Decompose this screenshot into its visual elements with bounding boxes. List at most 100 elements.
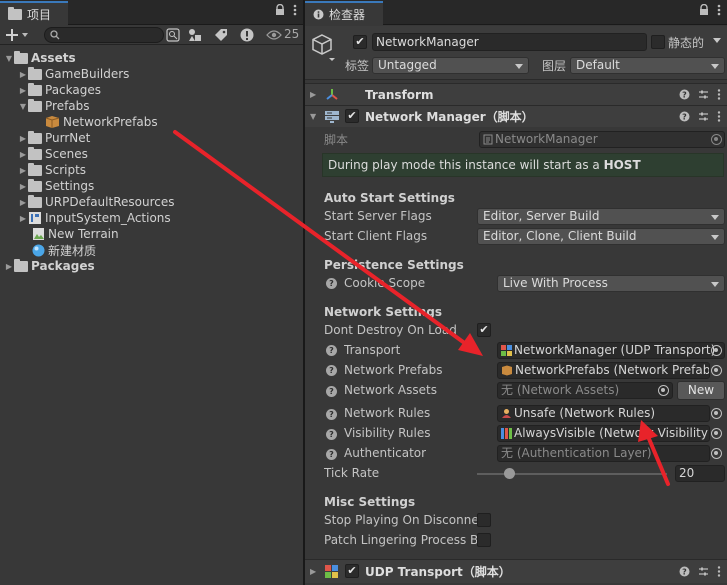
tree-item-label: URPDefaultResources	[45, 195, 175, 209]
dont-destroy-label: Dont Destroy On Load	[324, 323, 457, 337]
tag-icon[interactable]	[214, 28, 228, 42]
presets-icon[interactable]	[698, 566, 709, 577]
project-panel: 项目 25 ▼ Assets ▶ GameBuilders ▶ Packages…	[0, 0, 303, 585]
more-options-icon[interactable]	[293, 4, 297, 16]
gameobject-cube-icon[interactable]	[311, 33, 337, 63]
lock-icon[interactable]	[275, 4, 285, 16]
help-icon: ?	[326, 449, 337, 460]
script-value: NetworkManager	[495, 132, 598, 146]
eye-icon[interactable]	[266, 29, 282, 41]
tree-item-new-terrain[interactable]: New Terrain	[32, 226, 119, 242]
tick-rate-label: Tick Rate	[324, 466, 380, 480]
collapse-arrow-icon[interactable]: ▶	[310, 567, 316, 576]
udp-transport-component-header[interactable]: ▶ ✔ UDP Transport（脚本） ?	[305, 559, 727, 583]
warning-icon[interactable]	[240, 28, 254, 42]
presets-icon[interactable]	[698, 89, 709, 100]
new-network-assets-button[interactable]: New	[677, 381, 725, 400]
static-dropdown-icon[interactable]	[713, 38, 721, 44]
transform-title: Transform	[365, 87, 434, 102]
tree-item-scripts[interactable]: ▶ Scripts	[18, 162, 86, 178]
collapse-arrow-icon[interactable]: ▶	[18, 86, 28, 95]
help-icon[interactable]: ?	[679, 566, 690, 577]
search-input[interactable]	[44, 27, 164, 43]
scriptable-object-icon	[501, 365, 513, 376]
more-options-icon[interactable]	[717, 89, 721, 100]
collapse-arrow-icon[interactable]: ▶	[18, 70, 28, 79]
tree-item-packages-sub[interactable]: ▶ Packages	[18, 82, 101, 98]
network-settings-heading: Network Settings	[324, 305, 442, 319]
collapse-arrow-icon[interactable]: ▶	[18, 166, 28, 175]
tree-item-networkprefabs[interactable]: NetworkPrefabs	[45, 114, 158, 130]
transport-object-picker-icon[interactable]	[711, 345, 722, 356]
tree-item-label: GameBuilders	[45, 67, 130, 81]
tag-dropdown[interactable]: Untagged	[372, 57, 529, 74]
presets-icon[interactable]	[698, 111, 709, 122]
authenticator-field[interactable]: 无 (Authentication Layer)	[497, 445, 710, 462]
tab-inspector[interactable]: 检查器	[305, 1, 383, 25]
collapse-arrow-icon[interactable]: ▶	[18, 198, 28, 207]
add-icon[interactable]	[6, 27, 30, 43]
tree-item-prefabs[interactable]: ▼ Prefabs	[18, 98, 90, 114]
visibility-rules-field[interactable]: AlwaysVisible (Network Visibility Rules)	[497, 425, 710, 442]
object-name-field[interactable]: NetworkManager	[372, 33, 647, 51]
tree-item-purrnet[interactable]: ▶ PurrNet	[18, 130, 90, 146]
stop-playing-checkbox[interactable]	[477, 513, 491, 527]
active-checkbox[interactable]: ✔	[353, 35, 367, 49]
script-label: 脚本	[324, 133, 349, 147]
network-manager-component-header[interactable]: ▼ ✔ Network Manager（脚本） ?	[305, 105, 727, 127]
tab-project[interactable]: 项目	[0, 1, 68, 25]
network-rules-object-picker-icon[interactable]	[711, 408, 722, 419]
start-client-flags-dropdown[interactable]: Editor, Clone, Client Build	[477, 228, 725, 245]
static-checkbox[interactable]	[651, 35, 665, 49]
tree-item-settings[interactable]: ▶ Settings	[18, 178, 94, 194]
collapse-arrow-icon[interactable]: ▶	[18, 214, 28, 223]
tree-item-gamebuilders[interactable]: ▶ GameBuilders	[18, 66, 129, 82]
dont-destroy-checkbox[interactable]: ✔	[477, 323, 491, 337]
tree-item-scenes[interactable]: ▶ Scenes	[18, 146, 88, 162]
tree-item-assets[interactable]: ▼ Assets	[4, 50, 76, 66]
collapse-arrow-icon[interactable]: ▶	[18, 150, 28, 159]
help-icon: ?	[326, 386, 337, 397]
tree-item-label: NetworkPrefabs	[63, 115, 158, 129]
udp-transport-enabled-checkbox[interactable]: ✔	[345, 564, 359, 578]
expand-arrow-icon[interactable]: ▼	[4, 54, 14, 63]
search-icon	[50, 30, 60, 40]
tree-item-urpdefaultresources[interactable]: ▶ URPDefaultResources	[18, 194, 175, 210]
network-prefabs-field[interactable]: NetworkPrefabs (Network Prefabs)	[497, 362, 710, 379]
patch-lingering-checkbox[interactable]	[477, 533, 491, 547]
collapse-arrow-icon[interactable]: ▶	[18, 134, 28, 143]
cookie-scope-dropdown[interactable]: Live With Process	[497, 275, 725, 292]
visibility-rules-object-picker-icon[interactable]	[711, 428, 722, 439]
search-by-type-icon[interactable]	[166, 28, 180, 42]
tick-rate-input[interactable]: 20	[675, 465, 725, 482]
start-server-flags-dropdown[interactable]: Editor, Server Build	[477, 208, 725, 225]
network-assets-object-picker-icon[interactable]	[658, 385, 669, 396]
help-icon[interactable]: ?	[679, 111, 690, 122]
transform-component-header[interactable]: ▶ Transform ?	[305, 83, 727, 105]
tree-item-new-material[interactable]: 新建材质	[32, 242, 96, 258]
help-icon[interactable]: ?	[679, 89, 690, 100]
network-manager-enabled-checkbox[interactable]: ✔	[345, 109, 359, 123]
collapse-arrow-icon[interactable]: ▶	[18, 182, 28, 191]
folder-icon	[14, 50, 28, 64]
tree-item-inputsystem-actions[interactable]: ▶ InputSystem_Actions	[18, 210, 171, 226]
tree-item-packages[interactable]: ▶ Packages	[4, 258, 95, 274]
layer-dropdown[interactable]: Default	[570, 57, 725, 74]
filter-by-type-icon[interactable]	[188, 28, 202, 42]
more-options-icon[interactable]	[717, 4, 721, 16]
collapse-arrow-icon[interactable]: ▶	[310, 90, 316, 99]
tick-rate-slider-handle[interactable]	[504, 468, 515, 479]
more-options-icon[interactable]	[717, 566, 721, 577]
gameobject-header: ✔ NetworkManager 静态的 标签 Untagged 图层 Defa…	[305, 26, 727, 80]
collapse-arrow-icon[interactable]: ▶	[4, 262, 14, 271]
lock-icon[interactable]	[699, 4, 709, 16]
expand-arrow-icon[interactable]: ▼	[310, 112, 316, 121]
network-prefabs-object-picker-icon[interactable]	[711, 365, 722, 376]
tag-label: 标签	[345, 59, 370, 73]
more-options-icon[interactable]	[717, 111, 721, 122]
transport-field[interactable]: NetworkManager (UDP Transport)	[497, 342, 725, 359]
authenticator-object-picker-icon[interactable]	[711, 448, 722, 459]
expand-arrow-icon[interactable]: ▼	[18, 102, 28, 111]
network-assets-field[interactable]: 无 (Network Assets)	[497, 382, 673, 399]
network-rules-field[interactable]: Unsafe (Network Rules)	[497, 405, 710, 422]
